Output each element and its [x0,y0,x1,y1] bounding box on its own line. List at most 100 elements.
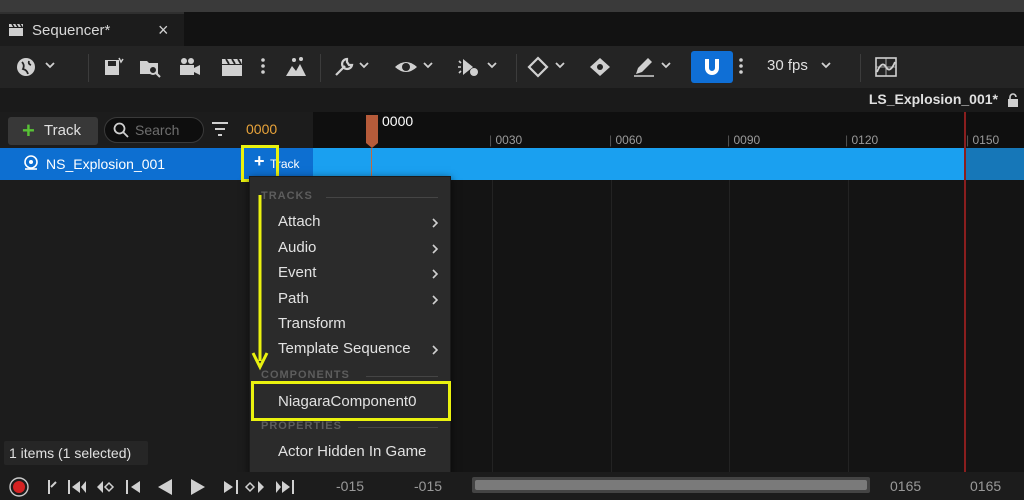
playback-icon[interactable] [456,56,480,78]
track-row-label: NS_Explosion_001 [46,156,166,172]
step-back-key-icon[interactable] [95,478,117,496]
chevron-right-icon [432,244,439,254]
search-icon [113,122,129,138]
editor-background [0,0,1024,12]
fps-dropdown[interactable]: 30 fps [767,57,808,74]
play-icon[interactable] [188,478,208,496]
chevron-down-icon[interactable] [486,58,498,72]
chevron-right-icon [432,295,439,305]
highlight-box [251,381,451,421]
chevron-right-icon [432,345,439,355]
tab-sequencer[interactable]: Sequencer* × [0,12,184,46]
current-frame-readout: 0000 [246,121,278,137]
more-options-icon[interactable] [739,56,743,76]
curve-editor-icon[interactable] [874,56,898,78]
chevron-down-icon[interactable] [44,58,56,72]
toolbar [0,46,1024,88]
toolbar-divider [516,54,517,82]
menu-item-audio[interactable]: Audio [278,239,316,256]
ruler-tick-label: | 0090 [727,133,761,147]
grid-line [492,180,493,472]
menu-item-event[interactable]: Event [278,264,316,281]
time-ruler[interactable] [313,112,1024,148]
chevron-right-icon [432,218,439,228]
menu-divider [358,427,438,428]
play-reverse-icon[interactable] [155,478,175,496]
clapperboard-icon [9,23,23,36]
chevron-down-icon[interactable] [554,58,566,72]
menu-item-template-sequence[interactable]: Template Sequence [278,340,411,357]
record-icon[interactable] [9,477,29,497]
view-range-start[interactable]: -015 [336,478,364,494]
chevron-down-icon[interactable] [422,58,434,72]
toolbar-divider [860,54,861,82]
step-forward-key-icon[interactable] [244,478,268,496]
step-forward-icon[interactable] [220,478,240,496]
globe-icon[interactable] [14,56,38,78]
chevron-down-icon[interactable] [660,58,672,72]
eye-icon[interactable] [394,56,418,78]
tick-0150: 0150 [972,133,1000,147]
menu-item-attach[interactable]: Attach [278,213,321,230]
tab-bar [184,12,1024,46]
pencil-icon[interactable] [632,56,656,78]
menu-item-actor-hidden-in-game[interactable]: Actor Hidden In Game [278,443,426,460]
playback-range-end[interactable]: 0165 [890,478,921,494]
snap-toggle-button[interactable] [691,51,733,83]
step-back-icon[interactable] [124,478,144,496]
sequence-title: LS_Explosion_001* [868,91,998,107]
chevron-right-icon [432,269,439,279]
next-key-icon[interactable] [272,478,296,496]
plus-icon: + [22,118,35,143]
menu-item-path[interactable]: Path [278,290,309,307]
lock-icon[interactable] [1006,93,1020,107]
arrow-down-icon [251,195,269,371]
toolbar-divider [320,54,321,82]
tab-title: Sequencer* [32,22,111,39]
camera-icon[interactable] [178,56,202,78]
range-scrollbar-thumb[interactable] [475,480,867,490]
filter-icon[interactable] [211,120,229,138]
wrench-icon[interactable] [332,56,356,78]
render-icon[interactable] [284,56,308,78]
jump-to-start-icon[interactable] [46,478,58,496]
end-marker[interactable] [964,112,966,472]
magnet-icon [705,59,719,75]
track-section-out-of-range [965,148,1024,180]
menu-divider [366,376,438,377]
menu-heading-components: COMPONENTS [261,369,350,381]
add-track-button[interactable]: + Track [8,117,98,145]
sequence-title-bar: LS_Explosion_001* [0,88,1024,112]
clapperboard-icon[interactable] [220,56,244,78]
chevron-down-icon[interactable] [358,58,370,72]
status-bar: 1 items (1 selected) [4,441,148,465]
ruler-tick-label: | 0150 [966,133,1000,147]
browse-icon[interactable] [138,56,162,78]
keyframe-icon[interactable] [588,56,612,78]
playback-range-start[interactable]: -015 [414,478,442,494]
save-icon[interactable] [102,56,126,78]
menu-item-transform[interactable]: Transform [278,315,346,332]
ruler-tick-label: | 0030 [489,133,523,147]
view-range-end[interactable]: 0165 [970,478,1001,494]
tick-0060: 0060 [615,133,643,147]
tick-0120: 0120 [851,133,879,147]
search-input[interactable]: Search [104,117,204,143]
ruler-tick-label: | 0060 [609,133,643,147]
grid-line [611,180,612,472]
previous-key-icon[interactable] [66,478,90,496]
tick-0090: 0090 [733,133,761,147]
selection-status: 1 items (1 selected) [9,445,132,461]
more-options-icon[interactable] [261,56,265,76]
menu-divider [326,197,438,198]
chevron-down-icon[interactable] [820,58,832,72]
tick-0030: 0030 [495,133,523,147]
close-icon[interactable]: × [158,20,169,41]
add-track-label: Track [44,122,81,139]
playhead-handle[interactable] [364,113,380,149]
niagara-system-icon [24,155,38,170]
grid-line [729,180,730,472]
grid-line [848,180,849,472]
toolbar-divider [88,54,89,82]
key-icon[interactable] [526,56,550,78]
